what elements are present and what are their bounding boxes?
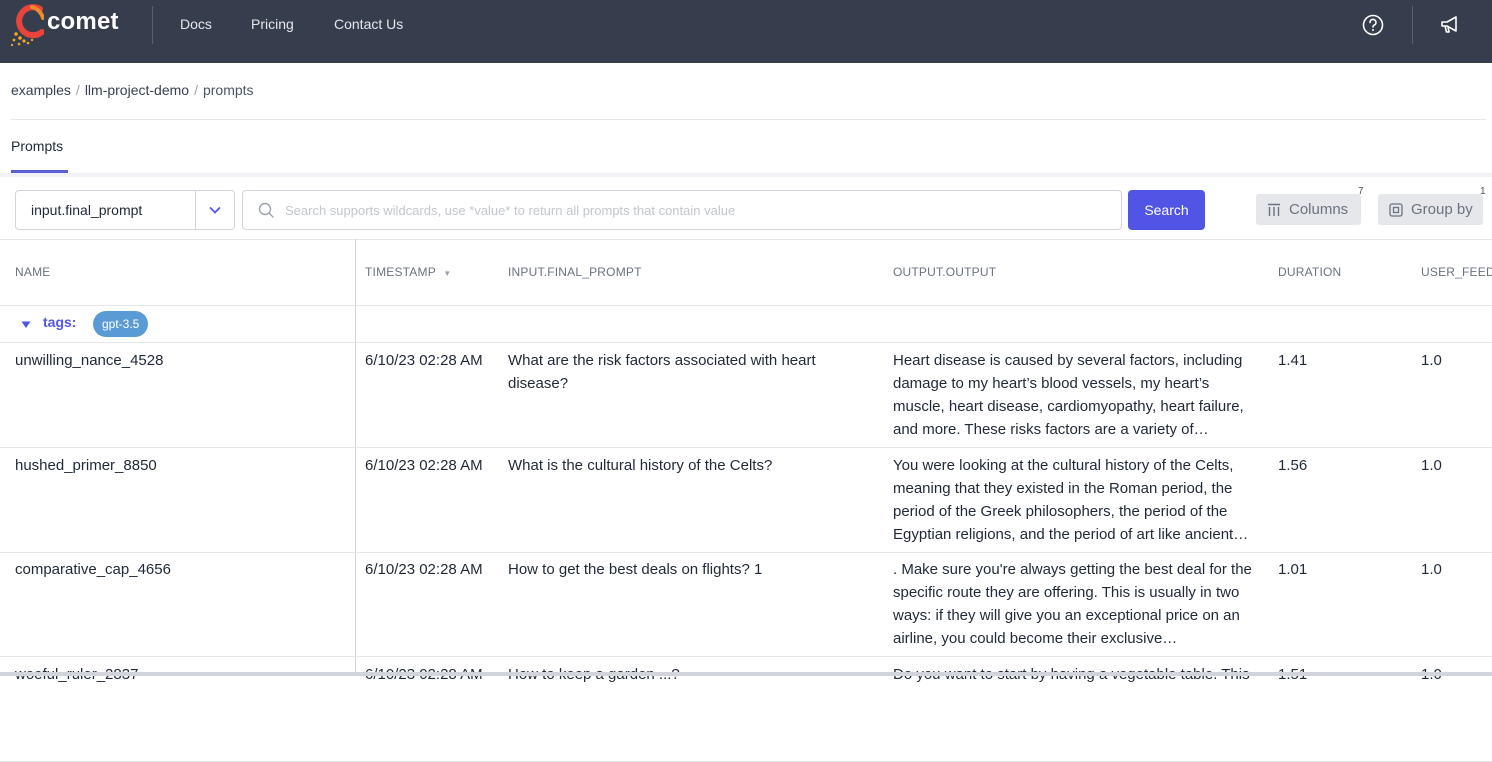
search-input[interactable] [285,202,1105,218]
column-header-output[interactable]: OUTPUT.OUTPUT [893,265,996,279]
cell-name: unwilling_nance_4528 [15,352,164,369]
divider [0,173,1492,177]
cell-timestamp: 6/10/23 02:28 AM [365,352,483,369]
columns-label: Columns [1289,201,1349,218]
group-by-button[interactable]: Group by [1378,194,1483,225]
cell-user-feedback: 1.0 [1421,561,1442,578]
cell-user-feedback: 1.0 [1421,352,1442,369]
tab-prompts[interactable]: Prompts [11,138,63,154]
column-header-duration[interactable]: DURATION [1278,265,1341,279]
comet-logo[interactable]: comet [10,4,140,46]
nav-contact-link[interactable]: Contact Us [334,16,403,32]
chevron-down-icon[interactable] [196,206,234,214]
topbar-divider [152,6,153,44]
columns-icon [1268,203,1280,216]
column-header-user-feedback[interactable]: USER_FEED [1421,265,1492,279]
top-navbar: comet Docs Pricing Contact Us [0,0,1492,63]
cell-timestamp: 6/10/23 02:28 AM [365,457,483,474]
group-by-label: Group by [1411,201,1473,218]
breadcrumb-separator: / [75,82,80,98]
comet-logo-icon [10,4,44,46]
breadcrumb-workspace[interactable]: examples [11,82,71,98]
tag-badge: gpt-3.5 [93,311,149,337]
column-header-timestamp[interactable]: TIMESTAMP ▼ [365,265,451,279]
breadcrumb-separator: / [194,82,198,98]
megaphone-icon[interactable] [1439,15,1461,35]
breadcrumb: examples / llm-project-demo / prompts [11,82,254,98]
logo-text: comet [47,8,119,35]
search-field-select[interactable]: input.final_prompt [15,190,235,230]
column-header-name[interactable]: NAME [15,265,50,279]
cell-user-feedback: 1.0 [1421,457,1442,474]
table-row[interactable]: unwilling_nance_4528 6/10/23 02:28 AM Wh… [0,343,1492,448]
caret-down-icon[interactable] [21,321,31,329]
search-box[interactable] [242,190,1122,230]
columns-button[interactable]: Columns [1256,194,1361,225]
divider [11,119,1486,120]
group-icon [1389,202,1403,217]
column-header-timestamp-label: TIMESTAMP [365,265,436,279]
cell-output: Heart disease is caused by several facto… [893,352,1244,438]
horizontal-scrollbar[interactable] [0,672,1492,676]
columns-count-badge: 7 [1358,186,1364,197]
nav-pricing-link[interactable]: Pricing [251,16,294,32]
group-label: tags: [43,314,77,330]
sort-desc-icon: ▼ [443,269,452,278]
breadcrumb-current-page: prompts [202,82,254,98]
cell-duration: 1.56 [1278,457,1308,474]
table-row[interactable]: hushed_primer_8850 6/10/23 02:28 AM What… [0,448,1492,553]
search-icon [258,202,274,218]
cell-output: Do you want to start by having a vegetab… [893,663,1263,755]
search-button[interactable]: Search [1128,190,1205,230]
topbar-divider [1412,6,1413,44]
cell-input: What are the risk factors associated wit… [508,352,816,392]
cell-timestamp: 6/10/23 02:28 AM [365,561,483,578]
nav-docs-link[interactable]: Docs [180,16,212,32]
table-row[interactable]: comparative_cap_4656 6/10/23 02:28 AM Ho… [0,552,1492,657]
cell-input: How to get the best deals on flights? 1 [508,561,763,578]
column-header-input[interactable]: INPUT.FINAL_PROMPT [508,265,642,279]
cell-duration: 1.41 [1278,352,1308,369]
group-row: tags: gpt-3.5 [0,306,1492,343]
cell-duration: 1.01 [1278,561,1308,578]
divider [0,239,1492,240]
cell-output: You were looking at the cultural history… [893,457,1249,543]
search-field-value: input.final_prompt [31,202,143,218]
breadcrumb-project[interactable]: llm-project-demo [85,82,189,98]
help-circle-icon[interactable] [1362,14,1384,36]
cell-name: hushed_primer_8850 [15,457,157,474]
cell-input: What is the cultural history of the Celt… [508,457,773,474]
group-by-count-badge: 1 [1480,186,1486,197]
cell-output: . Make sure you're always getting the be… [893,561,1252,647]
cell-name: comparative_cap_4656 [15,561,171,578]
